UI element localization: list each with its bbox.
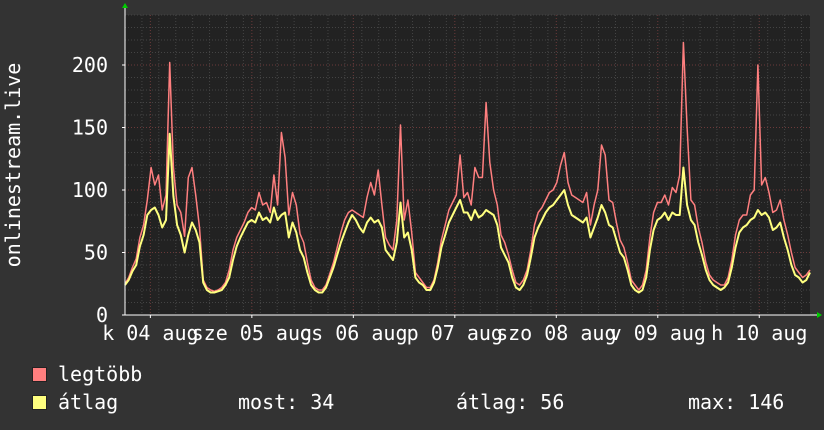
- x-tick-label: h 10 aug: [711, 321, 807, 345]
- x-tick-label: v 09 aug: [610, 321, 706, 345]
- stat-average: átlag: 56: [456, 390, 565, 414]
- x-tick-label: p 07 aug: [407, 321, 503, 345]
- legend-label-avg: átlag: [58, 390, 119, 414]
- stat-max: max: 146: [688, 390, 785, 414]
- x-tick-label: szo 08 aug: [496, 321, 616, 345]
- x-tick-label: k 04 aug: [102, 321, 198, 345]
- y-tick-label: 200: [72, 53, 108, 77]
- stat-current: most: 34: [238, 390, 335, 414]
- x-tick-label: cs 06 aug: [299, 321, 407, 345]
- x-tick-label: sze 05 aug: [192, 321, 312, 345]
- y-tick-label: 100: [72, 178, 108, 202]
- x-axis-arrow: [817, 312, 822, 318]
- y-axis-arrow: [122, 3, 128, 8]
- y-tick-label: 150: [72, 116, 108, 140]
- legend-swatch-max: [32, 367, 47, 382]
- y-tick-label: 50: [84, 241, 108, 265]
- chart: 050100150200k 04 augsze 05 augcs 06 aug p…: [1, 3, 822, 345]
- y-axis-label: onlinestream.live: [1, 63, 25, 268]
- legend-swatch-avg: [32, 395, 47, 410]
- legend-label-max: legtöbb: [58, 362, 143, 386]
